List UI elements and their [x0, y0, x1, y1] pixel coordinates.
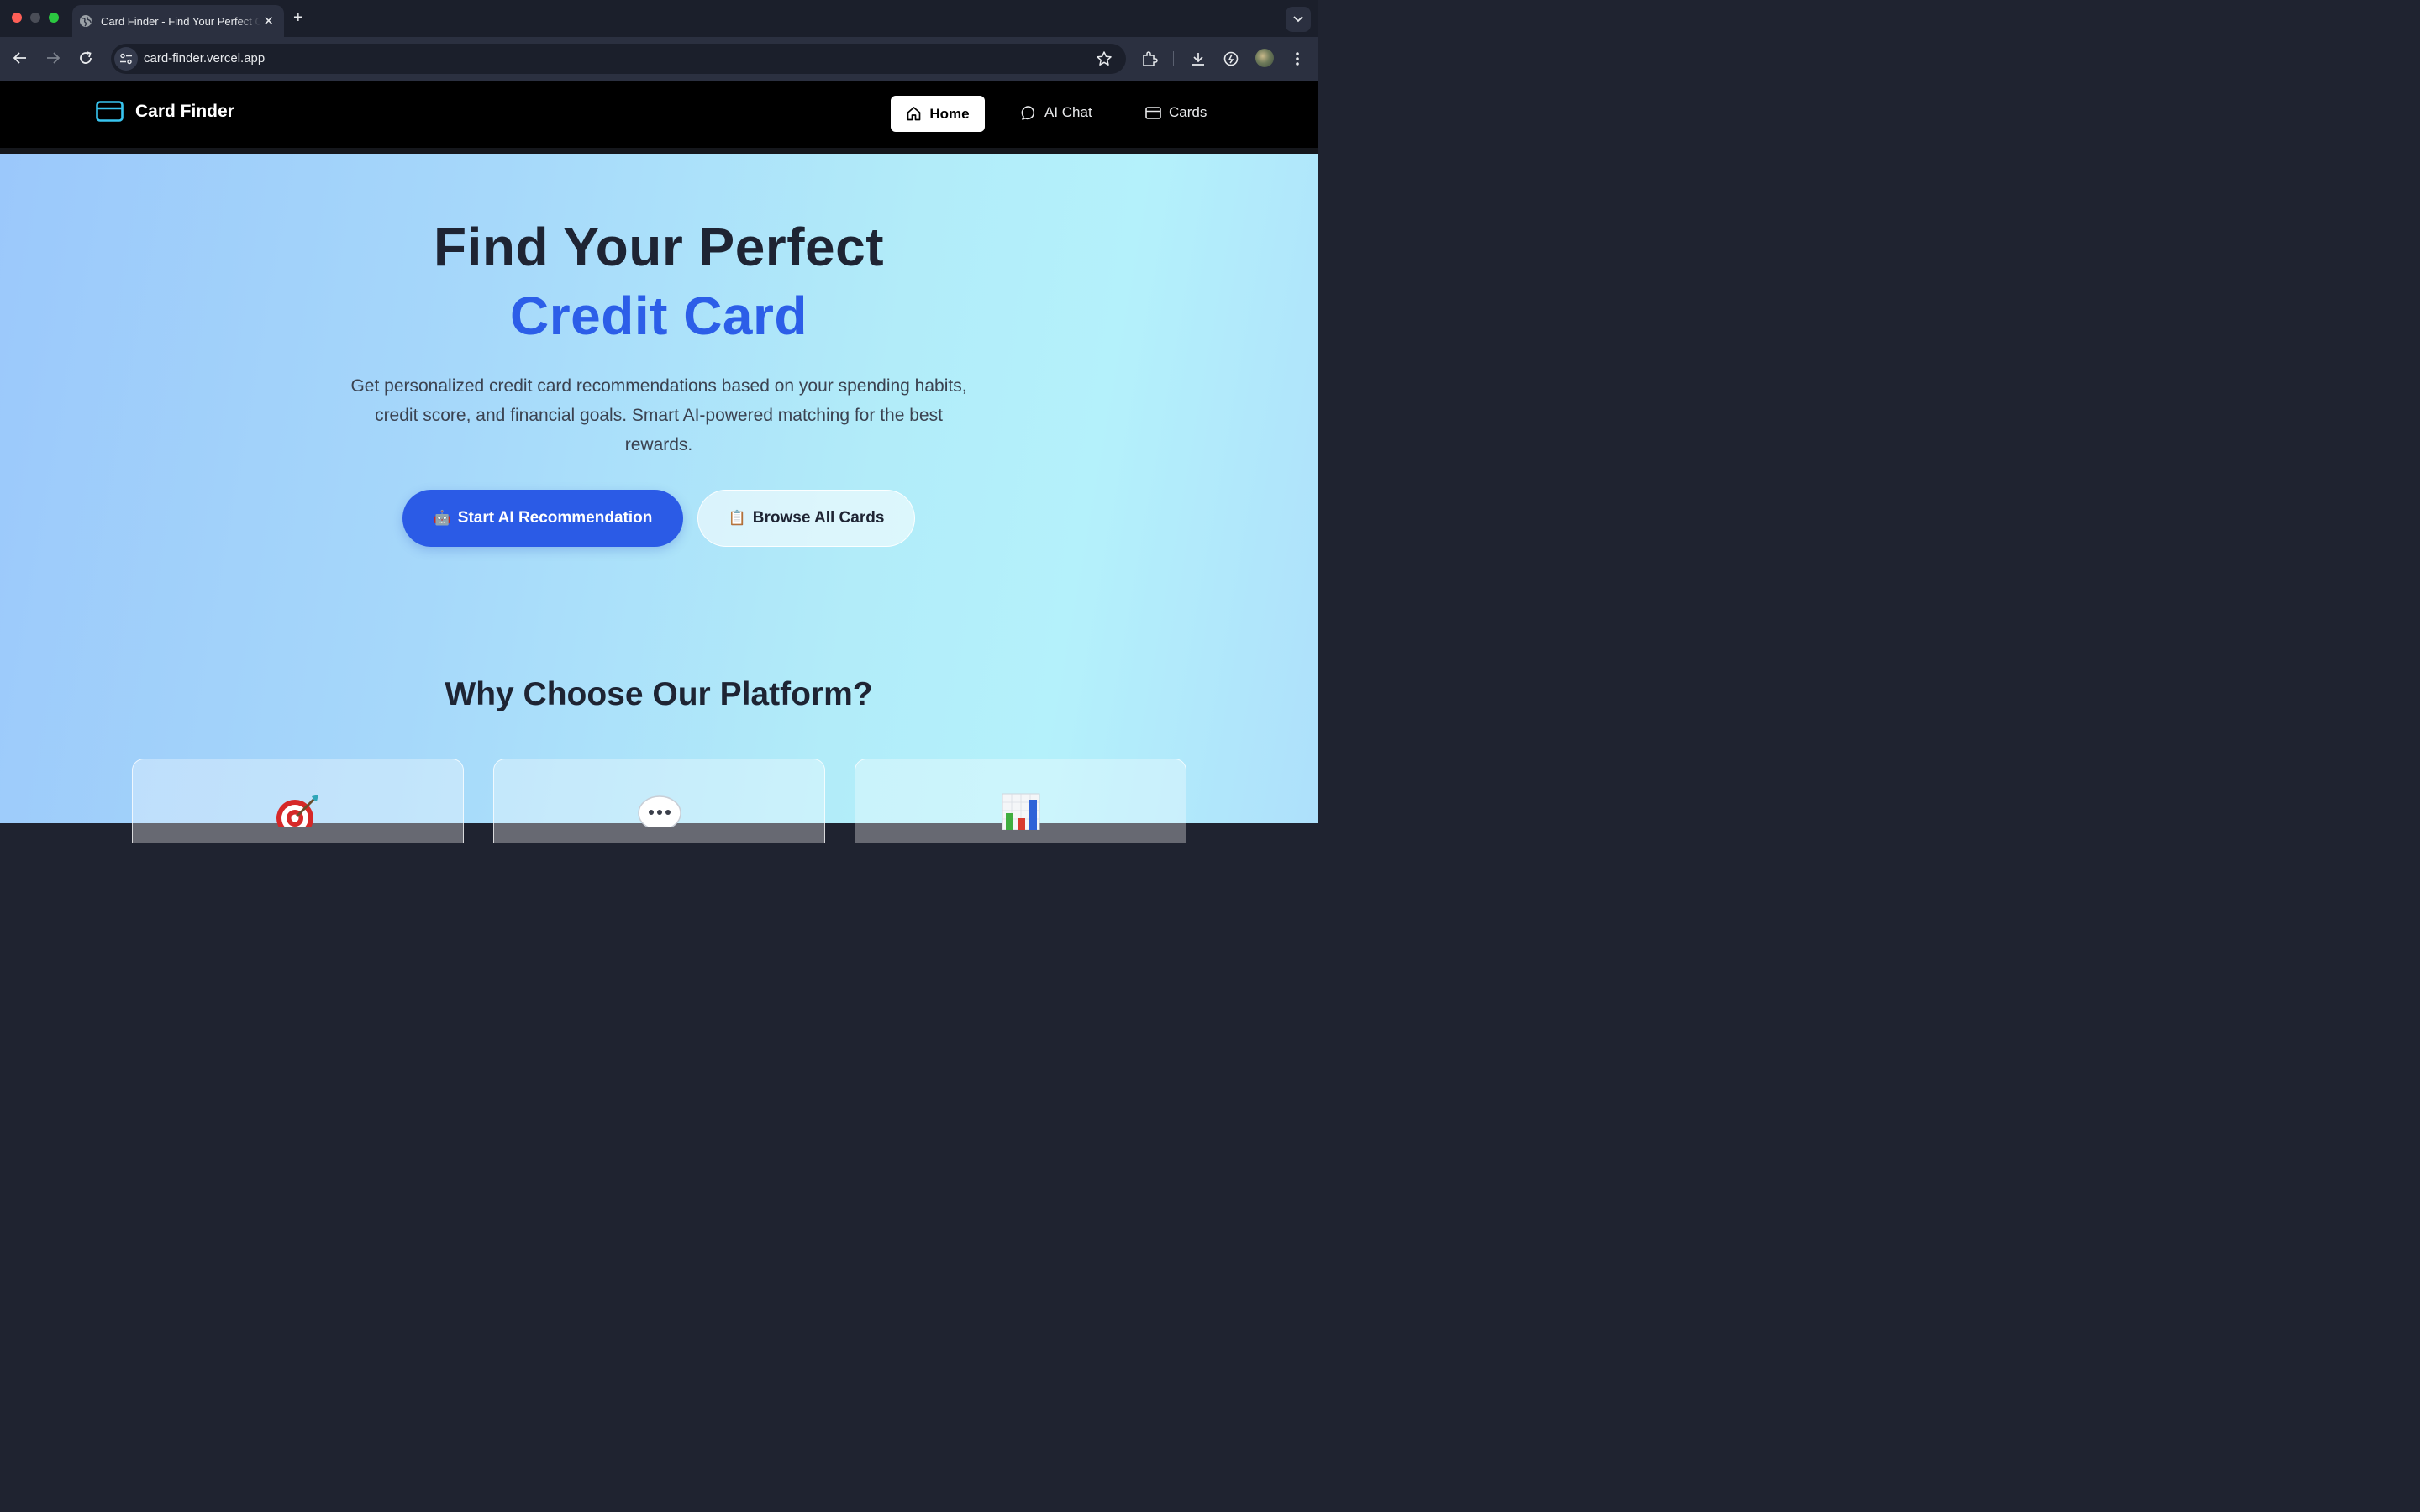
browse-all-cards-label: Browse All Cards	[752, 509, 885, 527]
performance-button[interactable]	[1222, 50, 1240, 68]
browse-all-cards-button[interactable]: 📋 Browse All Cards	[697, 490, 915, 547]
download-icon	[1192, 53, 1204, 66]
toolbar-divider	[1173, 51, 1174, 66]
chat-bubble-icon	[1021, 105, 1035, 120]
reload-button[interactable]	[76, 49, 95, 67]
browser-tab[interactable]: Card Finder - Find Your Perfect Credit C…	[72, 5, 284, 37]
hero-description: Get personalized credit card recommendat…	[350, 376, 967, 454]
hero-section: Find Your Perfect Credit Card Get person…	[0, 154, 1318, 843]
nav-ai-chat-label: AI Chat	[1044, 104, 1092, 120]
minimize-window-button[interactable]	[30, 13, 40, 23]
profile-avatar[interactable]	[1255, 49, 1274, 67]
brand-name: Card Finder	[135, 101, 234, 121]
close-icon[interactable]: ✕	[263, 13, 274, 29]
arrow-right-icon	[47, 52, 60, 64]
bar-chart-icon	[1002, 793, 1039, 830]
clipboard-icon: 📋	[728, 510, 746, 527]
close-window-button[interactable]	[12, 13, 22, 23]
nav-cards-link[interactable]: Cards	[1145, 104, 1207, 121]
downloads-button[interactable]	[1189, 50, 1207, 68]
address-bar[interactable]: card-finder.vercel.app	[111, 44, 1126, 74]
tab-title: Card Finder - Find Your Perfect Credit C…	[101, 14, 260, 28]
header-divider	[0, 148, 1318, 154]
puzzle-icon	[1143, 51, 1158, 66]
feature-card	[855, 759, 1186, 843]
url-text[interactable]: card-finder.vercel.app	[144, 51, 265, 66]
credit-card-icon	[96, 101, 124, 122]
browser-toolbar: card-finder.vercel.app	[0, 37, 1318, 81]
robot-icon: 🤖	[433, 510, 451, 527]
chevron-down-icon	[1293, 16, 1303, 23]
card-icon	[1145, 106, 1161, 119]
forward-button[interactable]	[44, 49, 62, 67]
home-icon	[908, 107, 921, 121]
browser-chrome: Card Finder - Find Your Perfect Credit C…	[0, 0, 1318, 81]
speech-bubble-icon	[637, 795, 681, 827]
browser-menu-button[interactable]	[1288, 50, 1307, 68]
feature-card	[132, 759, 464, 843]
nav-home-label: Home	[929, 105, 970, 122]
hero-title-highlight: Credit Card	[510, 286, 808, 346]
arrow-left-icon	[13, 52, 26, 64]
new-tab-button[interactable]: +	[293, 8, 303, 27]
maximize-window-button[interactable]	[49, 13, 59, 23]
start-ai-recommendation-label: Start AI Recommendation	[457, 509, 653, 527]
start-ai-recommendation-button[interactable]: 🤖 Start AI Recommendation	[402, 490, 683, 547]
reload-icon	[80, 51, 92, 64]
nav-ai-chat-link[interactable]: AI Chat	[1021, 104, 1092, 121]
target-icon	[276, 795, 318, 827]
site-info-button[interactable]	[114, 47, 138, 71]
more-vertical-icon	[1296, 52, 1299, 66]
features-title: Why Choose Our Platform?	[445, 676, 873, 712]
back-button[interactable]	[11, 49, 29, 67]
speed-icon	[1223, 51, 1239, 66]
hero-title-line1: Find Your Perfect	[434, 217, 884, 277]
nav-home-button[interactable]: Home	[891, 96, 985, 132]
extensions-button[interactable]	[1140, 50, 1159, 68]
site-header: Card Finder Home AI Chat Cards	[0, 81, 1318, 148]
feature-card	[493, 759, 825, 843]
star-icon[interactable]	[1096, 50, 1113, 67]
tune-icon	[120, 53, 132, 65]
nav-cards-label: Cards	[1169, 104, 1207, 120]
brand-logo-link[interactable]: Card Finder	[96, 101, 234, 122]
globe-icon	[80, 15, 92, 27]
tab-search-button[interactable]	[1286, 7, 1311, 32]
tab-strip: Card Finder - Find Your Perfect Credit C…	[0, 0, 1318, 37]
